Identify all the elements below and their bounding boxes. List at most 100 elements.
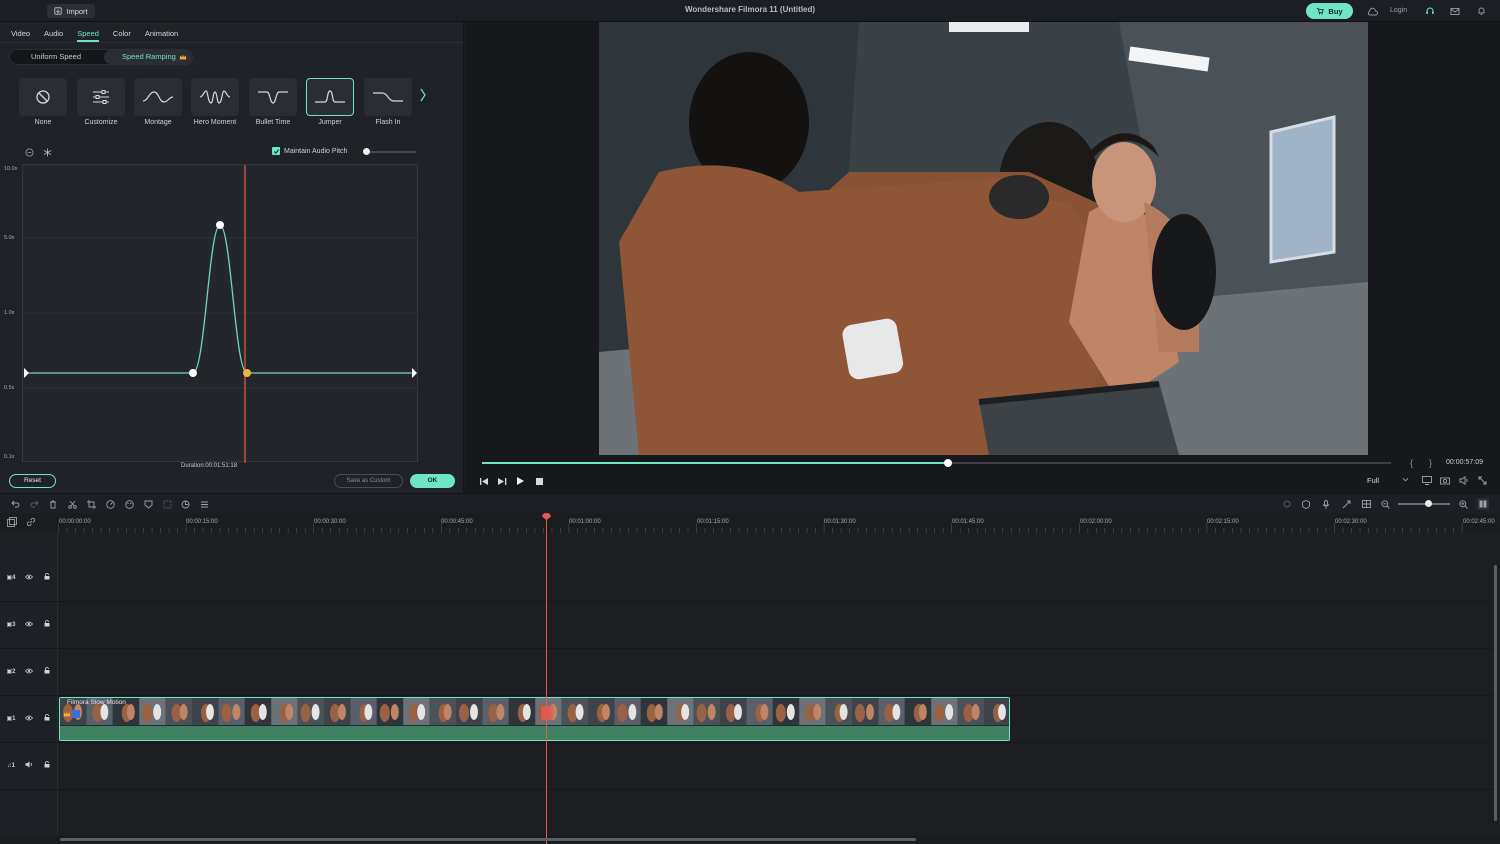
marker-icon[interactable] (143, 499, 153, 509)
curve-point-peak (216, 221, 224, 229)
y-label-0-1x: 0.1x (4, 454, 15, 460)
timecode-label: 00:01:15:00 (697, 519, 729, 525)
track-header: ▣2 (6, 667, 52, 676)
mark-in-icon[interactable]: { (1410, 458, 1418, 468)
track-row-video-3[interactable]: ▣3 (0, 602, 1493, 649)
tab-speed[interactable]: Speed (77, 22, 99, 42)
lock-icon[interactable] (42, 667, 52, 676)
track-header: ▣4 (6, 573, 52, 582)
cloud-icon[interactable] (1366, 5, 1378, 17)
preset-jumper[interactable]: Jumper (306, 78, 354, 128)
monitor-icon[interactable] (1422, 476, 1432, 486)
ruler-ticks (58, 523, 1463, 533)
play-icon[interactable] (514, 476, 526, 486)
eye-icon[interactable] (24, 574, 34, 582)
speed-icon[interactable] (105, 499, 115, 509)
playback-progress-knob[interactable] (944, 459, 953, 467)
zoom-in-icon[interactable] (1458, 499, 1468, 509)
undo-icon[interactable] (10, 499, 20, 509)
audio-adjust-icon[interactable] (199, 499, 209, 509)
mail-icon[interactable] (1449, 5, 1461, 17)
import-button[interactable]: Import (47, 4, 95, 18)
preset-none[interactable]: None (19, 78, 67, 128)
pitch-slider[interactable] (363, 148, 416, 155)
uniform-speed-option[interactable]: Uniform Speed (10, 50, 102, 64)
volume-icon[interactable] (1459, 475, 1469, 486)
lock-icon[interactable] (42, 761, 52, 770)
stop-icon[interactable] (533, 476, 545, 486)
maintain-audio-pitch-checkbox[interactable]: Maintain Audio Pitch (272, 147, 347, 155)
preset-customize[interactable]: Customize (77, 78, 125, 128)
preset-montage[interactable]: Montage (134, 78, 182, 128)
audio-mixer-icon[interactable] (1341, 499, 1351, 509)
tab-audio[interactable]: Audio (44, 22, 63, 42)
redo-icon[interactable] (29, 499, 39, 509)
timeline-zoom-slider[interactable] (1398, 500, 1450, 507)
app-title: Wondershare Filmora 11 (Untitled) (684, 5, 816, 14)
lock-icon[interactable] (42, 620, 52, 629)
freeze-frame-icon[interactable] (43, 148, 52, 157)
render-icon[interactable] (1282, 499, 1292, 509)
tab-animation[interactable]: Animation (145, 22, 178, 42)
link-icon[interactable] (26, 517, 36, 527)
lock-icon[interactable] (42, 573, 52, 582)
mark-out-icon[interactable]: } (1429, 458, 1437, 468)
horizontal-scrollbar[interactable] (60, 838, 916, 841)
fit-icon[interactable] (162, 499, 172, 509)
speaker-icon[interactable] (24, 761, 34, 770)
speed-ramping-option[interactable]: Speed Ramping (104, 50, 192, 64)
fullscreen-icon[interactable] (1478, 476, 1488, 486)
snapshot-camera-icon[interactable] (1440, 476, 1450, 486)
split-scissors-icon[interactable] (67, 499, 77, 509)
timeline-ruler[interactable]: 00:00:00:00 00:00:15:00 00:00:30:00 00:0… (0, 513, 1500, 533)
preset-flash-in[interactable]: Flash In (364, 78, 412, 128)
timeline-playhead[interactable] (546, 515, 547, 844)
quality-select[interactable]: Full (1367, 476, 1409, 488)
curve-point-selected (243, 369, 251, 377)
eye-icon[interactable] (24, 668, 34, 676)
keyframe-icon[interactable] (180, 499, 190, 509)
timeline-zoom-knob[interactable] (1425, 500, 1432, 507)
chevron-right-icon[interactable] (419, 87, 429, 107)
preset-label: Flash In (375, 119, 401, 126)
save-as-custom-button[interactable]: Save as Custom (334, 474, 403, 488)
video-preview[interactable] (599, 22, 1368, 455)
eye-icon[interactable] (24, 621, 34, 629)
pitch-slider-knob[interactable] (363, 148, 370, 155)
tab-video[interactable]: Video (11, 22, 30, 42)
tab-color[interactable]: Color (113, 22, 131, 42)
preset-hero-moment[interactable]: Hero Moment (191, 78, 239, 128)
track-row-video-4[interactable]: ▣4 (0, 555, 1493, 602)
notification-bell-icon[interactable] (1475, 5, 1487, 17)
video-clip[interactable]: Filmora Slow Motion (59, 697, 1010, 741)
support-headset-icon[interactable] (1424, 5, 1436, 17)
track-row-audio-1[interactable]: ♫1 (0, 743, 1493, 790)
play-slow-icon[interactable] (496, 476, 508, 486)
microphone-icon[interactable] (1321, 499, 1331, 509)
ok-button[interactable]: OK (410, 474, 455, 488)
playback-progress-bar[interactable] (482, 459, 1391, 467)
speed-curve-graph[interactable] (22, 164, 419, 463)
snapshot-grid-icon[interactable] (1361, 499, 1371, 509)
remove-point-icon[interactable] (25, 148, 34, 157)
reset-button[interactable]: Reset (9, 474, 56, 488)
layout-icon[interactable] (1477, 498, 1489, 510)
buy-button[interactable]: Buy (1306, 3, 1353, 19)
track-row-video-2[interactable]: ▣2 (0, 649, 1493, 696)
timecode-label: 00:01:00:00 (569, 519, 601, 525)
preset-bullet-time[interactable]: Bullet Time (249, 78, 297, 128)
track-label: ▣4 (6, 575, 16, 581)
step-back-icon[interactable] (478, 476, 490, 486)
shield-icon[interactable] (1301, 499, 1311, 509)
zoom-out-icon[interactable] (1380, 499, 1390, 509)
add-track-icon[interactable] (7, 517, 17, 527)
login-link[interactable]: Login (1390, 7, 1407, 14)
y-label-0-5x: 0.5x (4, 385, 15, 391)
eye-icon[interactable] (24, 715, 34, 723)
track-label: ♫1 (7, 762, 15, 769)
color-icon[interactable] (124, 499, 134, 509)
lock-icon[interactable] (42, 714, 52, 723)
crop-icon[interactable] (86, 499, 96, 509)
vertical-scrollbar[interactable] (1494, 565, 1497, 821)
delete-icon[interactable] (48, 499, 58, 509)
